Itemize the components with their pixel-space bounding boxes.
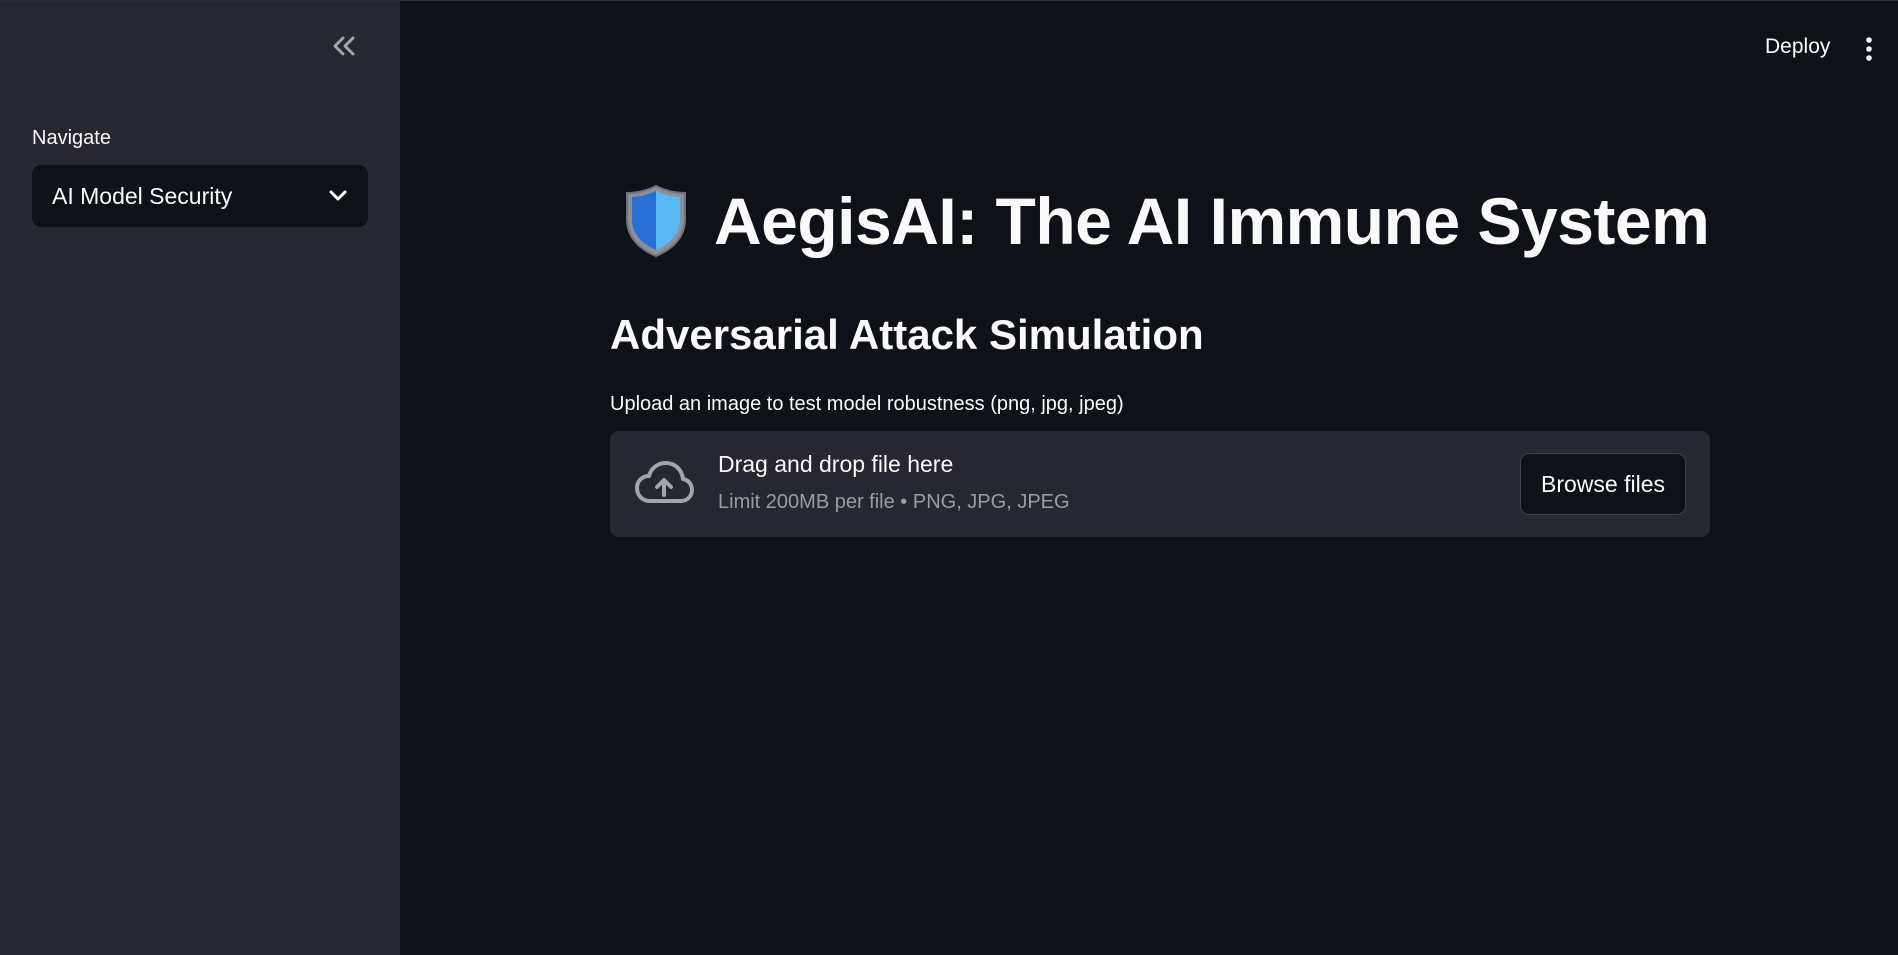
page-title-row: AegisAI: The AI Immune System — [622, 183, 1710, 259]
navigate-select[interactable]: AI Model Security — [32, 165, 368, 227]
cloud-upload-icon — [635, 461, 694, 503]
navigate-label: Navigate — [32, 127, 111, 149]
file-dropzone[interactable]: Drag and drop file here Limit 200MB per … — [610, 431, 1710, 537]
page-title: AegisAI: The AI Immune System — [714, 184, 1710, 258]
sidebar: Navigate AI Model Security — [0, 1, 400, 955]
chevron-down-icon — [329, 190, 347, 201]
shield-icon — [626, 184, 686, 258]
section-subheader: Adversarial Attack Simulation — [610, 311, 1204, 358]
file-uploader-label: Upload an image to test model robustness… — [610, 393, 1124, 415]
main-menu-button[interactable] — [1856, 33, 1882, 65]
dropzone-instructions: Drag and drop file here — [718, 451, 954, 477]
deploy-button[interactable]: Deploy — [1765, 35, 1830, 59]
browse-files-button[interactable]: Browse files — [1520, 453, 1686, 515]
kebab-menu-icon — [1866, 37, 1872, 61]
navigate-select-value: AI Model Security — [52, 182, 233, 209]
double-chevron-left-icon — [333, 36, 355, 56]
collapse-sidebar-button[interactable] — [327, 29, 361, 63]
dropzone-limit-text: Limit 200MB per file • PNG, JPG, JPEG — [718, 491, 1070, 513]
app: Navigate AI Model Security Deploy AegisA… — [0, 0, 1898, 955]
